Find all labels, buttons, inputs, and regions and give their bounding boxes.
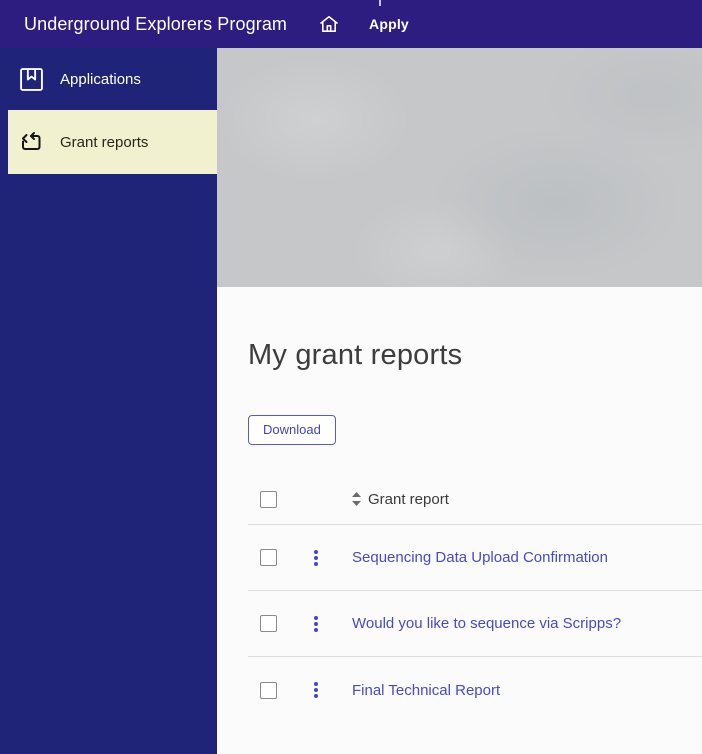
grant-report-link[interactable]: Final Technical Report xyxy=(352,682,500,699)
table-header-row: Grant report xyxy=(248,474,702,525)
row-title-cell: Final Technical Report xyxy=(352,682,702,699)
grant-reports-table: Grant report Sequencing Data Upload Conf… xyxy=(248,474,702,723)
kebab-menu-icon[interactable] xyxy=(312,548,320,568)
table-row: Final Technical Report xyxy=(248,657,702,723)
table-row: Sequencing Data Upload Confirmation xyxy=(248,525,702,591)
row-checkbox-cell xyxy=(248,549,308,566)
home-button[interactable] xyxy=(317,12,341,36)
grant-report-link[interactable]: Sequencing Data Upload Confirmation xyxy=(352,549,608,566)
header-title-cell: Grant report xyxy=(352,491,702,508)
home-icon xyxy=(318,13,340,35)
row-menu-cell xyxy=(308,614,352,634)
column-header-grant-report[interactable]: Grant report xyxy=(368,491,449,508)
select-all-checkbox[interactable] xyxy=(260,490,277,508)
row-checkbox[interactable] xyxy=(260,681,277,699)
sidebar-item-label: Grant reports xyxy=(60,133,149,151)
apply-link[interactable]: Apply xyxy=(369,16,409,32)
row-menu-cell xyxy=(308,680,352,700)
kebab-menu-icon[interactable] xyxy=(312,614,320,634)
table-row: Would you like to sequence via Scripps? xyxy=(248,591,702,657)
sidebar-item-label: Applications xyxy=(60,70,141,88)
grant-reports-section: My grant reports Download Grant report S… xyxy=(217,287,702,723)
sidebar-item-applications[interactable]: Applications xyxy=(0,48,217,110)
row-checkbox[interactable] xyxy=(260,615,277,632)
topbar-tick-artifact xyxy=(379,0,381,6)
sidebar-item-grant-reports[interactable]: Grant reports xyxy=(8,110,217,174)
sort-arrows-icon[interactable] xyxy=(352,492,361,506)
header-checkbox-cell xyxy=(248,490,308,508)
main-content: My grant reports Download Grant report S… xyxy=(217,48,702,754)
kebab-menu-icon[interactable] xyxy=(312,680,320,700)
sidebar: Applications Grant reports xyxy=(0,48,217,754)
row-checkbox-cell xyxy=(248,681,308,699)
repeat-icon xyxy=(18,129,44,155)
page-title: My grant reports xyxy=(248,339,463,371)
grant-report-link[interactable]: Would you like to sequence via Scripps? xyxy=(352,615,621,632)
bookmark-icon xyxy=(18,66,44,92)
row-checkbox[interactable] xyxy=(260,549,277,566)
app-title: Underground Explorers Program xyxy=(24,13,288,34)
download-button[interactable]: Download xyxy=(248,415,336,445)
row-title-cell: Sequencing Data Upload Confirmation xyxy=(352,549,702,566)
header-banner-image xyxy=(217,48,702,287)
row-checkbox-cell xyxy=(248,615,308,632)
topbar: Underground Explorers Program Apply xyxy=(0,0,702,48)
row-title-cell: Would you like to sequence via Scripps? xyxy=(352,615,702,632)
row-menu-cell xyxy=(308,548,352,568)
